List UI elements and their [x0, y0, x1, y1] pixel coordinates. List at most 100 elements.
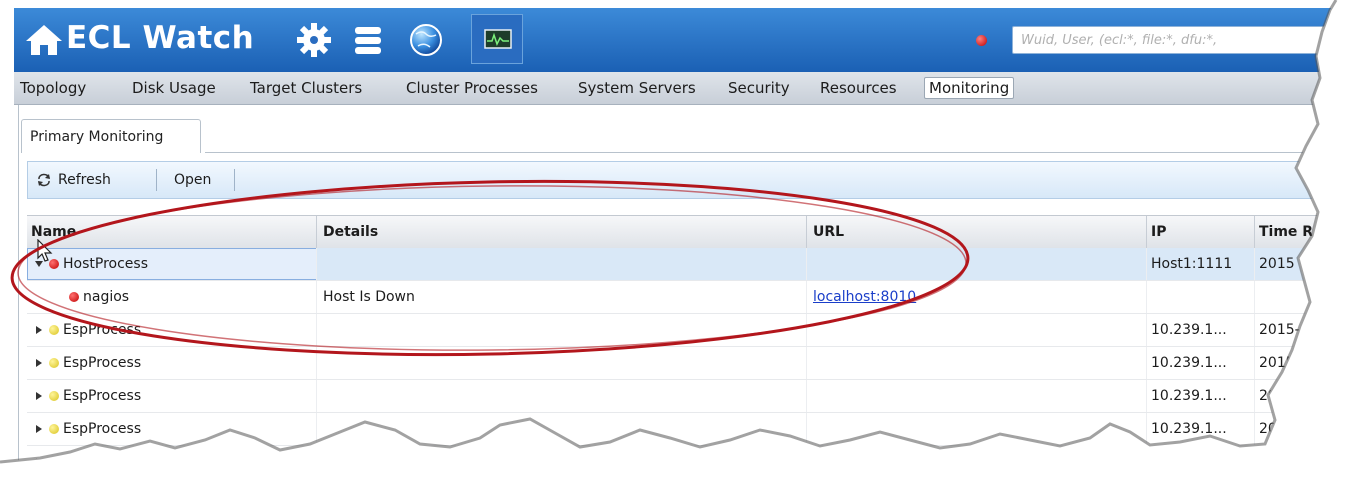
process-name: EspProcess	[63, 388, 142, 404]
monitor-icon	[484, 29, 512, 49]
nav-topology[interactable]: Topology	[16, 78, 90, 98]
table-row[interactable]: HostProcess Host1:1111 2015	[27, 248, 1350, 281]
details-cell: Host Is Down	[317, 281, 807, 313]
status-yellow-icon	[49, 391, 59, 401]
process-name: HostProcess	[63, 256, 148, 272]
name-cell: HostProcess	[27, 248, 317, 280]
details-cell	[317, 413, 807, 445]
expand-arrow-icon[interactable]	[35, 392, 43, 400]
table-row[interactable]: nagios Host Is Down localhost:8010	[27, 281, 1350, 314]
name-cell: EspProcess	[27, 347, 317, 379]
name-cell: nagios	[27, 281, 317, 313]
refresh-icon	[38, 173, 50, 187]
toolbar-separator	[234, 169, 235, 191]
ip-cell: 10.239.1...	[1147, 314, 1255, 346]
monitoring-grid: Name Details URL IP Time R HostProcess H…	[27, 215, 1350, 479]
expand-arrow-icon[interactable]	[35, 359, 43, 367]
name-cell: EspProcess	[27, 446, 317, 478]
column-header-url[interactable]: URL	[807, 216, 1147, 248]
time-cell: 2015-07	[1255, 314, 1350, 346]
process-name: EspProcess	[63, 322, 142, 338]
time-cell: 2015-0	[1255, 347, 1350, 379]
table-row[interactable]: EspProcess 10.239.1... 2015	[27, 380, 1350, 413]
status-yellow-icon	[49, 325, 59, 335]
table-row[interactable]: EspProcess 10.239.1... 2015-0	[27, 347, 1350, 380]
column-header-name[interactable]: Name	[27, 216, 317, 248]
url-cell: localhost:8010	[807, 281, 1147, 313]
column-header-time[interactable]: Time R	[1255, 216, 1350, 248]
app-title[interactable]: ECL Watch	[66, 20, 254, 56]
name-cell: EspProcess	[27, 314, 317, 346]
url-link[interactable]: localhost:8010	[813, 289, 916, 305]
url-cell	[807, 413, 1147, 445]
nav-resources[interactable]: Resources	[816, 78, 901, 98]
refresh-label: Refresh	[58, 172, 111, 188]
url-cell	[807, 446, 1147, 478]
globe-icon[interactable]	[406, 20, 446, 60]
url-cell	[807, 347, 1147, 379]
open-button[interactable]: Open	[174, 162, 211, 198]
database-icon[interactable]	[348, 20, 388, 60]
url-cell	[807, 380, 1147, 412]
status-yellow-icon	[49, 424, 59, 434]
name-cell: EspProcess	[27, 413, 317, 445]
table-row[interactable]: EspProcess 10.239.1... 201	[27, 413, 1350, 446]
url-cell	[807, 248, 1147, 280]
toolbar-separator	[156, 169, 157, 191]
expand-arrow-icon[interactable]	[35, 425, 43, 433]
nav-cluster-processes[interactable]: Cluster Processes	[402, 78, 542, 98]
main-nav: Topology Disk Usage Target Clusters Clus…	[14, 72, 1350, 105]
time-cell: 201	[1255, 446, 1350, 478]
mouse-cursor-icon	[37, 239, 53, 262]
ip-cell: 10.239.1...	[1147, 347, 1255, 379]
details-cell	[317, 347, 807, 379]
time-cell: 2015	[1255, 380, 1350, 412]
column-header-details[interactable]: Details	[317, 216, 807, 248]
ip-cell: Host1:1111	[1147, 248, 1255, 280]
details-cell	[317, 314, 807, 346]
nav-disk-usage[interactable]: Disk Usage	[128, 78, 220, 98]
gear-icon[interactable]	[294, 20, 334, 60]
process-name: EspProcess	[63, 355, 142, 371]
details-cell	[317, 248, 807, 280]
details-cell	[317, 446, 807, 478]
process-name: nagios	[83, 289, 130, 305]
expand-arrow-icon[interactable]	[35, 458, 43, 466]
ip-cell	[1147, 446, 1255, 478]
nav-system-servers[interactable]: System Servers	[574, 78, 700, 98]
table-row[interactable]: EspProcess 201	[27, 446, 1350, 479]
time-cell	[1255, 281, 1350, 313]
table-row[interactable]: EspProcess 10.239.1... 2015-07	[27, 314, 1350, 347]
expand-arrow-icon[interactable]	[35, 326, 43, 334]
app-header: ECL Watch	[14, 8, 1350, 72]
monitoring-panel: Refresh Open Name Details URL IP Time R	[18, 153, 1350, 479]
name-cell: EspProcess	[27, 380, 317, 412]
process-name: EspProcess	[63, 421, 142, 437]
ip-cell: 10.239.1...	[1147, 413, 1255, 445]
time-cell: 2015	[1255, 248, 1350, 280]
status-indicator-dot	[976, 35, 987, 46]
ip-cell	[1147, 281, 1255, 313]
status-yellow-icon	[49, 358, 59, 368]
tab-strip: Primary Monitoring	[18, 105, 1350, 153]
status-yellow-icon	[49, 457, 59, 467]
column-header-ip[interactable]: IP	[1147, 216, 1255, 248]
nav-monitoring[interactable]: Monitoring	[924, 77, 1015, 99]
ip-cell: 10.239.1...	[1147, 380, 1255, 412]
home-icon[interactable]	[24, 22, 64, 58]
ecl-watch-window: ECL Watch Wuid, User, (ecl:*, file:*, df…	[14, 8, 1350, 479]
status-red-icon	[69, 292, 79, 302]
tab-primary-monitoring[interactable]: Primary Monitoring	[21, 119, 201, 153]
grid-header: Name Details URL IP Time R	[27, 215, 1350, 249]
toolbar: Refresh Open	[27, 161, 1350, 199]
process-name: EspProcess	[63, 454, 142, 470]
details-cell	[317, 380, 807, 412]
nav-security[interactable]: Security	[724, 78, 794, 98]
content-area: Primary Monitoring Refresh Open Name Det…	[14, 105, 1350, 479]
search-input[interactable]	[1012, 26, 1342, 54]
monitor-button[interactable]	[471, 14, 523, 64]
time-cell: 201	[1255, 413, 1350, 445]
url-cell	[807, 314, 1147, 346]
nav-target-clusters[interactable]: Target Clusters	[246, 78, 366, 98]
refresh-button[interactable]: Refresh	[36, 162, 111, 198]
